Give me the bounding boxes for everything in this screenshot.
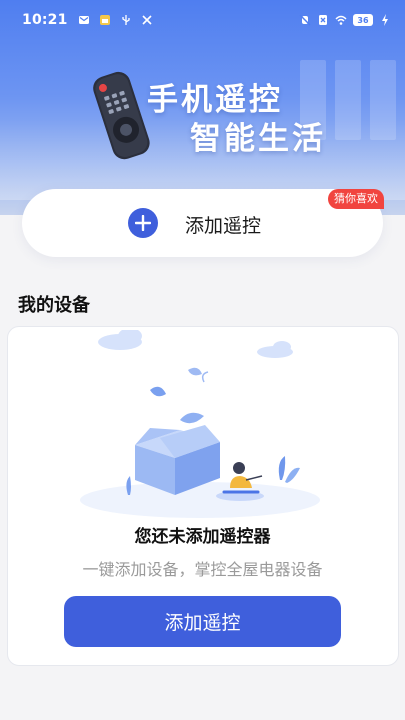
- empty-subtitle: 一键添加设备，掌控全屋电器设备: [82, 560, 323, 579]
- wifi-icon: [335, 15, 347, 25]
- add-icon: [128, 208, 158, 238]
- status-bar: 10:21 36: [0, 0, 405, 40]
- empty-title: 您还未添加遥控器: [134, 527, 271, 547]
- no-sim-icon: [319, 15, 327, 25]
- empty-box-illustration: [80, 330, 320, 518]
- section-title: 我的设备: [18, 295, 90, 316]
- status-time: 10:21: [22, 12, 68, 28]
- recommend-tag[interactable]: 猜你喜欢: [328, 189, 384, 209]
- mute-icon: [299, 14, 311, 26]
- mail-icon: [78, 16, 89, 24]
- app-notification-icon: [99, 15, 110, 25]
- add-remote-button[interactable]: 添加遥控: [64, 596, 341, 647]
- banner-line-2: 智能生活: [190, 121, 326, 157]
- tools-icon: [142, 15, 152, 25]
- usb-icon: [121, 15, 130, 25]
- battery-level: 36: [353, 14, 373, 26]
- add-remote-label: 添加遥控: [185, 215, 262, 237]
- charging-icon: [382, 14, 388, 26]
